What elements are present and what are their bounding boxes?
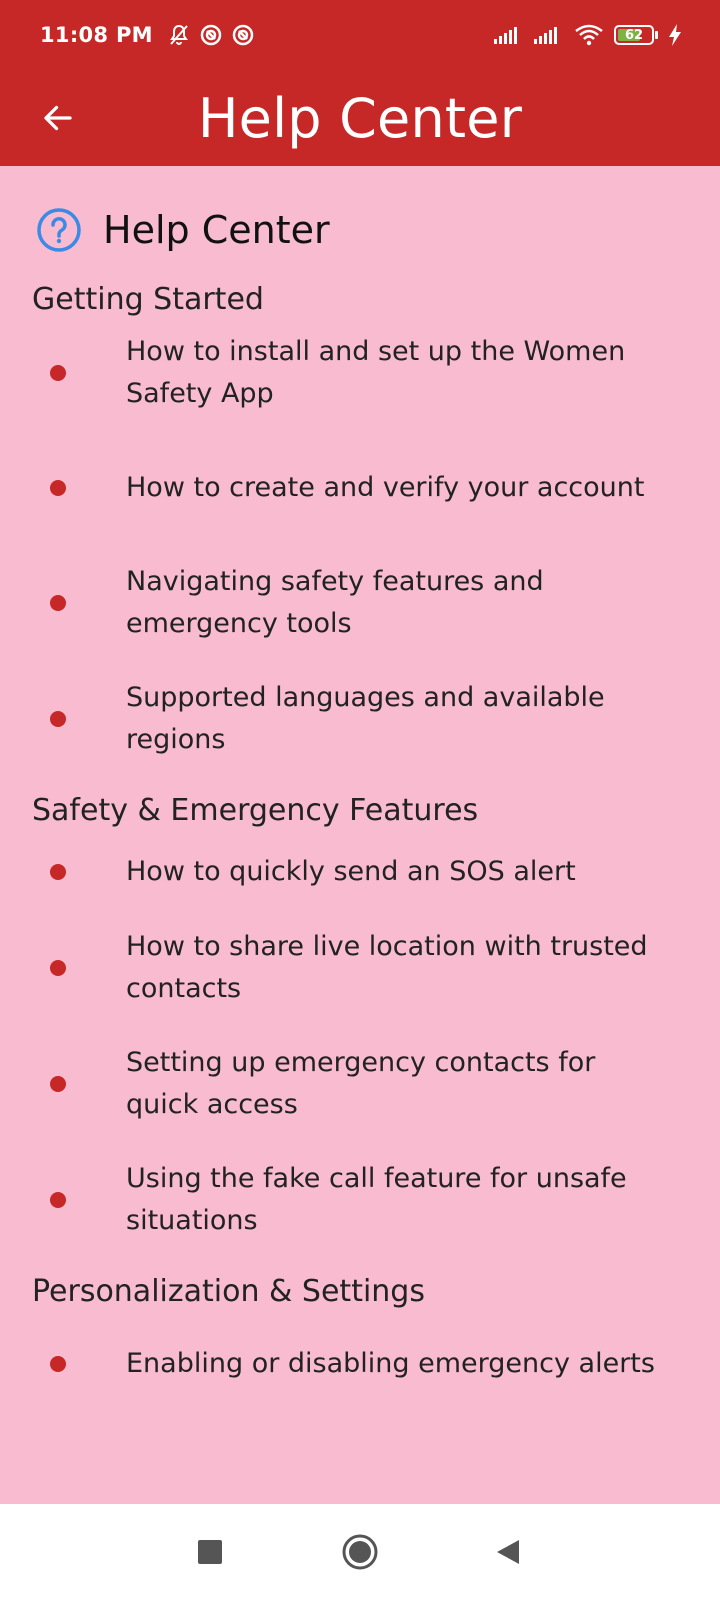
section-title-personalization: Personalization & Settings — [32, 1274, 425, 1309]
battery-level: 62 — [624, 27, 644, 43]
bullet-dot — [50, 711, 66, 727]
status-bar: 11:08 PM 62 — [0, 0, 720, 70]
system-nav-bar — [0, 1504, 720, 1600]
help-item[interactable]: Enabling or disabling emergency alerts — [32, 1323, 688, 1405]
help-item[interactable]: Setting up emergency contacts for quick … — [32, 1042, 688, 1126]
signal-icon — [534, 27, 557, 44]
charging-bolt-icon — [669, 24, 681, 46]
recent-apps-button[interactable] — [186, 1528, 234, 1576]
help-item[interactable]: Navigating safety features and emergency… — [32, 561, 688, 645]
help-item[interactable]: How to install and set up the Women Safe… — [32, 331, 688, 415]
help-item-text: Supported languages and available region… — [126, 682, 605, 755]
bell-off-icon — [169, 24, 188, 45]
help-item-text: How to create and verify your account — [126, 472, 645, 503]
help-item-text: How to install and set up the Women Safe… — [126, 336, 626, 409]
app-bar: Help Center — [0, 70, 720, 166]
ring-icon — [200, 24, 222, 46]
bullet-dot — [50, 864, 66, 880]
help-item[interactable]: How to share live location with trusted … — [32, 926, 688, 1010]
signal-icon — [494, 27, 517, 44]
bullet-dot — [50, 365, 66, 381]
status-right-icons: 62 — [494, 24, 682, 46]
help-item-text: How to share live location with trusted … — [126, 931, 648, 1004]
section-title-getting-started: Getting Started — [32, 282, 264, 317]
help-item[interactable]: How to quickly send an SOS alert — [32, 842, 688, 902]
system-back-button[interactable] — [484, 1528, 532, 1576]
app-bar-title: Help Center — [197, 86, 523, 150]
status-time: 11:08 PM — [40, 23, 153, 47]
ring-icon — [232, 24, 254, 46]
help-item-text: Navigating safety features and emergency… — [126, 566, 544, 639]
help-item-text: Enabling or disabling emergency alerts — [126, 1348, 655, 1379]
page-header: Help Center — [32, 202, 688, 258]
page-title: Help Center — [103, 208, 330, 252]
app-root: 11:08 PM 62 Help Center Help Center Gett… — [0, 0, 720, 1600]
bullet-dot — [50, 480, 66, 496]
bullet-dot — [50, 1356, 66, 1372]
home-button[interactable] — [336, 1528, 384, 1576]
section-title-safety-emergency: Safety & Emergency Features — [32, 793, 479, 828]
square-recent-icon — [198, 1540, 222, 1564]
help-item[interactable]: Supported languages and available region… — [32, 677, 688, 761]
battery-icon: 62 — [614, 25, 658, 45]
triangle-back-icon — [497, 1540, 519, 1564]
help-item[interactable]: Using the fake call feature for unsafe s… — [32, 1158, 688, 1242]
status-left-icons — [167, 23, 255, 47]
help-item-text: How to quickly send an SOS alert — [126, 856, 576, 887]
wifi-icon — [575, 24, 603, 46]
bullet-dot — [50, 595, 66, 611]
bullet-dot — [50, 1192, 66, 1208]
help-circle-icon — [37, 208, 81, 252]
bullet-dot — [50, 1076, 66, 1092]
help-item[interactable]: How to create and verify your account — [32, 447, 688, 529]
help-content[interactable]: Help Center Getting Started How to insta… — [0, 166, 720, 1504]
circle-home-icon — [342, 1534, 378, 1570]
help-item-text: Using the fake call feature for unsafe s… — [126, 1163, 627, 1236]
help-item-text: Setting up emergency contacts for quick … — [126, 1047, 596, 1120]
bullet-dot — [50, 960, 66, 976]
